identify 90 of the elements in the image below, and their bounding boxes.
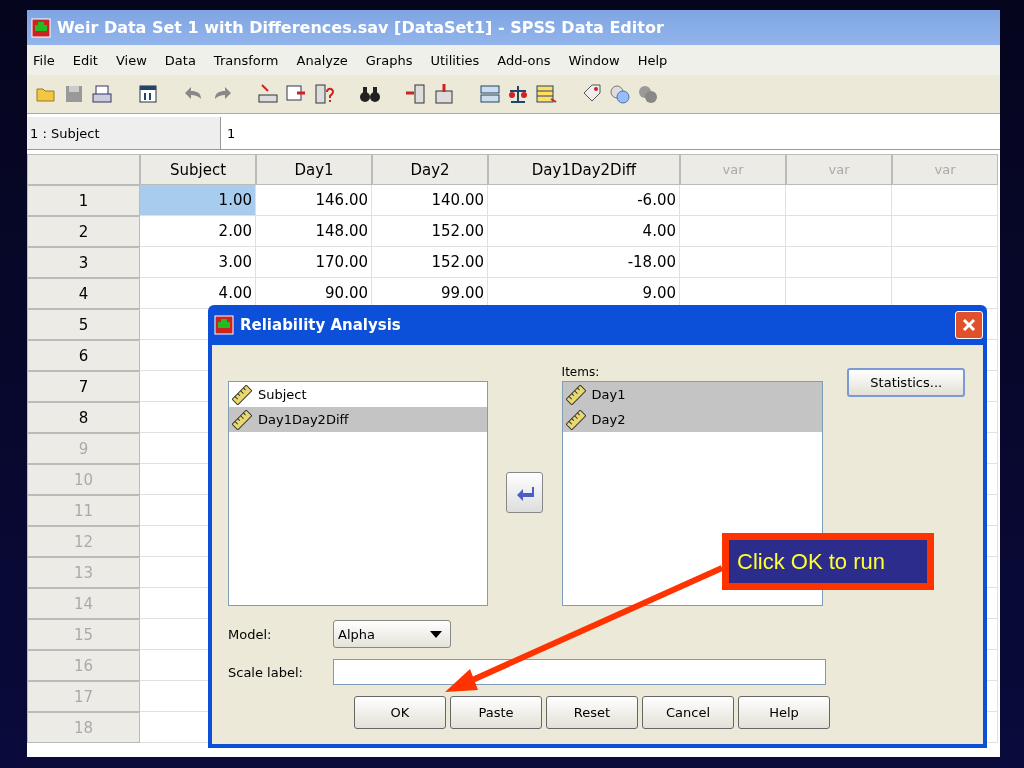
empty-cell[interactable]	[892, 247, 998, 278]
app-icon	[31, 17, 51, 38]
app-icon	[214, 315, 234, 335]
dialog-button[interactable]: Paste	[450, 696, 542, 729]
menu-item[interactable]: Graphs	[359, 52, 425, 68]
menu-item[interactable]: View	[109, 52, 159, 68]
callout-box: Click OK to run	[722, 533, 934, 590]
row-header[interactable]: 5	[27, 309, 140, 340]
close-button[interactable]	[955, 311, 983, 339]
column-header[interactable]: Day1	[256, 154, 372, 185]
data-cell[interactable]: 1.00	[140, 185, 256, 216]
menu-item[interactable]: Edit	[66, 52, 110, 68]
row-header[interactable]: 2	[27, 216, 140, 247]
menu-item[interactable]: Window	[562, 52, 632, 68]
item-label: Day1	[591, 387, 626, 402]
column-header[interactable]: Day1Day2Diff	[488, 154, 680, 185]
data-cell[interactable]: -6.00	[488, 185, 680, 216]
data-cell[interactable]: 148.00	[256, 216, 372, 247]
move-button[interactable]	[506, 472, 544, 513]
row-header[interactable]: 4	[27, 278, 140, 309]
circles-icon[interactable]	[637, 83, 659, 105]
menu-item[interactable]: Utilities	[424, 52, 492, 68]
insert-case-icon[interactable]	[433, 83, 455, 105]
empty-cell[interactable]	[680, 247, 786, 278]
variable-info-icon[interactable]	[313, 83, 335, 105]
menu-item[interactable]: Analyze	[290, 52, 360, 68]
data-cell[interactable]: -18.00	[488, 247, 680, 278]
select-cases-icon[interactable]	[535, 83, 557, 105]
ruler-icon	[232, 384, 252, 405]
list-item[interactable]: Day1	[562, 382, 823, 407]
menu-item[interactable]: Data	[158, 52, 208, 68]
empty-cell[interactable]	[680, 216, 786, 247]
row-header[interactable]: 6	[27, 340, 140, 371]
dialog-icon[interactable]	[137, 83, 159, 105]
data-cell[interactable]: 140.00	[372, 185, 488, 216]
empty-cell[interactable]	[786, 216, 892, 247]
scale-icon[interactable]	[507, 83, 529, 105]
dialog-button[interactable]: Help	[738, 696, 830, 729]
list-item[interactable]: Day1Day2Diff	[229, 407, 487, 432]
row-header[interactable]: 7	[27, 371, 140, 402]
empty-cell[interactable]	[786, 185, 892, 216]
dialog-button[interactable]: Reset	[546, 696, 638, 729]
dialog-button[interactable]: OK	[354, 696, 446, 729]
scale-label-field[interactable]	[333, 659, 826, 685]
row-header[interactable]: 3	[27, 247, 140, 278]
cell-value-field[interactable]: 1	[221, 117, 1000, 149]
menu-item[interactable]: Help	[631, 52, 680, 68]
row-header[interactable]: 8	[27, 402, 140, 433]
statistics-button[interactable]: Statistics...	[847, 368, 965, 397]
scale-label: Scale label:	[228, 664, 304, 680]
save-icon[interactable]	[63, 83, 85, 105]
data-cell[interactable]: 152.00	[372, 216, 488, 247]
column-header[interactable]: Day2	[372, 154, 488, 185]
row-header[interactable]: 1	[27, 185, 140, 216]
item-label: Subject	[258, 387, 307, 402]
menu-item[interactable]: Transform	[207, 52, 291, 68]
empty-cell[interactable]	[786, 247, 892, 278]
split-file-icon[interactable]	[479, 83, 501, 105]
print-icon[interactable]	[91, 83, 113, 105]
data-cell[interactable]: 170.00	[256, 247, 372, 278]
list-item[interactable]: Day2	[562, 407, 823, 432]
goto-case-icon[interactable]	[257, 83, 279, 105]
empty-cell[interactable]	[680, 185, 786, 216]
data-cell[interactable]: 2.00	[140, 216, 256, 247]
close-icon	[962, 318, 976, 332]
items-label: Items:	[561, 365, 601, 381]
data-cell[interactable]: 152.00	[372, 247, 488, 278]
model-label: Model:	[228, 626, 273, 642]
list-item[interactable]: Subject	[229, 382, 487, 407]
model-dropdown[interactable]: Alpha	[333, 620, 451, 648]
item-label: Day1Day2Diff	[258, 412, 349, 427]
data-cell[interactable]: 146.00	[256, 185, 372, 216]
circles-icon[interactable]	[609, 83, 631, 105]
corner-cell[interactable]	[27, 154, 140, 185]
menu-item[interactable]: Add-ons	[491, 52, 563, 68]
window-title: Weir Data Set 1 with Differences.sav [DataSet1] - SPSS Data Editor	[57, 18, 664, 37]
menu-item[interactable]: File	[27, 52, 67, 68]
empty-cell[interactable]	[892, 185, 998, 216]
cell-name: 1 : Subject	[27, 117, 221, 149]
dialog-title: Reliability Analysis	[240, 316, 401, 334]
arrow-icon	[515, 484, 534, 501]
item-label: Day2	[591, 412, 626, 427]
insert-variable-icon[interactable]	[405, 83, 427, 105]
dialog-button[interactable]: Cancel	[642, 696, 734, 729]
data-cell[interactable]: 4.00	[488, 216, 680, 247]
caret-icon	[430, 630, 442, 638]
data-cell[interactable]: 3.00	[140, 247, 256, 278]
empty-cell[interactable]	[892, 216, 998, 247]
column-header[interactable]: Subject	[140, 154, 256, 185]
ruler-icon	[232, 409, 252, 430]
